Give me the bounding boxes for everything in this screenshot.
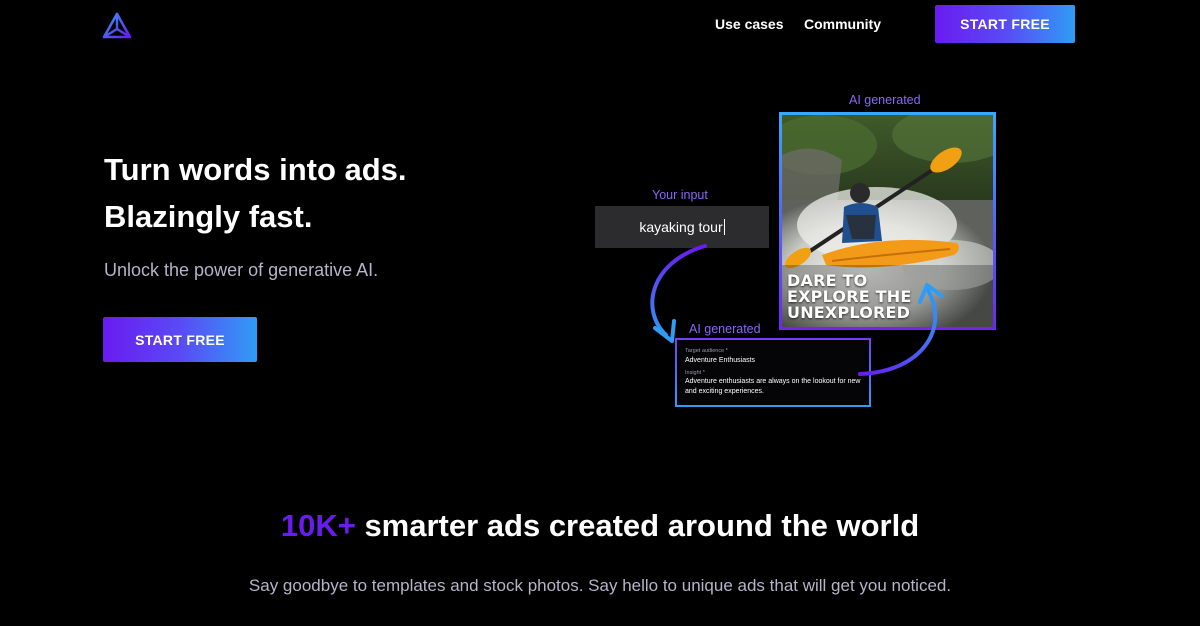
ad-headline: DARE TO EXPLORE THE UNEXPLORED (787, 273, 911, 321)
text-caret (723, 219, 725, 235)
stats-title: 10K+ smarter ads created around the worl… (0, 508, 1200, 544)
stats-subtitle: Say goodbye to templates and stock photo… (248, 576, 952, 595)
hero-title-line1: Turn words into ads. (104, 152, 407, 187)
insight-caption: Insight * (685, 370, 705, 376)
stats-accent-count: 10K+ (280, 508, 356, 543)
image-ai-generated-label: AI generated (849, 93, 921, 107)
ai-generated-insight-card: Target audience * Adventure Enthusiasts … (675, 338, 871, 407)
hero-start-free-button[interactable]: START FREE (103, 317, 257, 362)
demo-input-value: kayaking tour (639, 219, 723, 235)
your-input-label: Your input (652, 188, 708, 202)
triangle-logo-icon[interactable] (102, 12, 132, 40)
target-audience-value: Adventure Enthusiasts (685, 357, 756, 364)
arrow-input-to-card-head (653, 319, 676, 343)
ai-generated-ad-image: DARE TO EXPLORE THE UNEXPLORED (779, 112, 996, 330)
nav-link-use-cases[interactable]: Use cases (715, 16, 784, 32)
nav-link-community[interactable]: Community (804, 16, 881, 32)
hero-subtitle: Unlock the power of generative AI. (104, 260, 379, 280)
hero-title-line2: Blazingly fast. (104, 199, 313, 234)
stats-title-rest: smarter ads created around the world (355, 508, 920, 543)
card-ai-generated-label: AI generated (689, 322, 761, 336)
target-audience-caption: Target audience * (685, 348, 728, 354)
hero-title: Turn words into ads. Blazingly fast. (104, 146, 524, 240)
ad-headline-line3: UNEXPLORED (787, 303, 911, 322)
nav-start-free-button[interactable]: START FREE (935, 5, 1075, 43)
insight-value: Adventure enthusiasts are always on the … (685, 378, 861, 395)
demo-input-box: kayaking tour (595, 206, 769, 248)
